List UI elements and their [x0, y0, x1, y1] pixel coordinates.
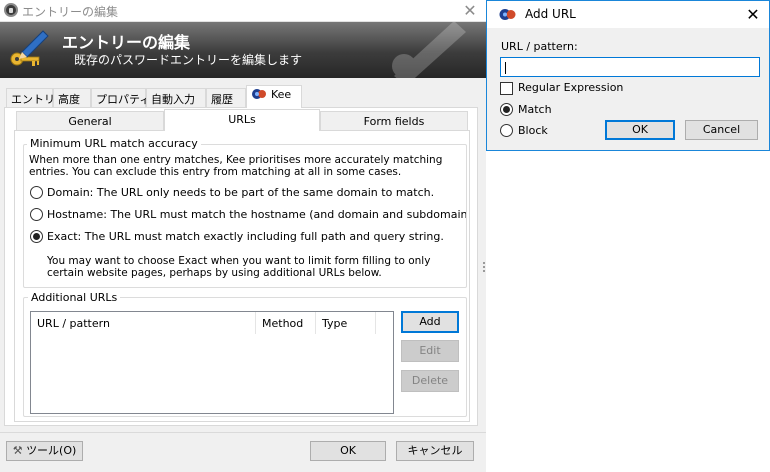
match-radio[interactable]: [500, 103, 513, 116]
regex-checkbox[interactable]: [500, 82, 513, 95]
additional-urls-list[interactable]: URL / pattern Method Type: [30, 311, 394, 414]
tab-history[interactable]: 履歴: [206, 88, 246, 107]
ok-button[interactable]: OK: [310, 441, 386, 461]
edit-entry-window: エントリーの編集 ✕ エントリーの編集 既存のパスワードエントリーを編集します …: [0, 0, 486, 472]
url-pattern-label: URL / pattern:: [501, 40, 578, 53]
tab-properties[interactable]: プロパティ: [91, 88, 150, 107]
hostname-radio[interactable]: [30, 208, 43, 221]
banner-subtitle: 既存のパスワードエントリーを編集します: [74, 53, 303, 67]
block-radio-label[interactable]: Block: [518, 124, 548, 137]
banner-watermark-icon: [392, 22, 466, 78]
banner-title: エントリーの編集: [62, 33, 191, 52]
kee-logo-icon: [499, 9, 516, 20]
tab-advanced[interactable]: 高度: [53, 88, 91, 107]
background-area: [486, 151, 770, 472]
tools-button[interactable]: ⚒ ツール(O): [6, 441, 83, 461]
edit-url-button[interactable]: Edit: [401, 340, 459, 362]
keepass-lock-icon: [4, 3, 18, 17]
add-url-ok-button[interactable]: OK: [605, 120, 675, 140]
exact-radio[interactable]: [30, 230, 43, 243]
column-header-url[interactable]: URL / pattern: [31, 312, 256, 334]
window-resize-grip[interactable]: [483, 262, 485, 272]
main-window-title: エントリーの編集: [22, 5, 119, 19]
add-url-cancel-button[interactable]: Cancel: [685, 120, 758, 140]
match-accuracy-legend: Minimum URL match accuracy: [27, 137, 201, 150]
block-radio[interactable]: [500, 124, 513, 137]
tab-kee-label: Kee: [271, 88, 292, 101]
column-header-type[interactable]: Type: [316, 312, 376, 334]
kee-logo-icon: [252, 89, 266, 99]
match-accuracy-description-1: When more than one entry matches, Kee pr…: [29, 154, 443, 166]
close-icon[interactable]: ✕: [741, 4, 765, 25]
tab-entry[interactable]: エントリー: [6, 88, 66, 107]
tab-autotype[interactable]: 自動入力: [146, 88, 206, 107]
main-title-bar[interactable]: エントリーの編集 ✕: [0, 0, 486, 22]
add-url-button[interactable]: Add: [401, 311, 459, 333]
domain-radio[interactable]: [30, 186, 43, 199]
add-url-title: Add URL: [525, 7, 576, 21]
tools-icon: ⚒: [12, 444, 23, 457]
tab-urls[interactable]: URLs: [164, 109, 320, 131]
add-url-dialog: Add URL ✕ URL / pattern: Regular Express…: [486, 0, 770, 151]
hostname-radio-label[interactable]: Hostname: The URL must match the hostnam…: [47, 208, 466, 221]
url-pattern-input[interactable]: [500, 57, 760, 77]
domain-radio-label[interactable]: Domain: The URL only needs to be part of…: [47, 186, 434, 199]
column-header-method[interactable]: Method: [256, 312, 316, 334]
header-banner: エントリーの編集 既存のパスワードエントリーを編集します: [0, 22, 486, 78]
cancel-button[interactable]: キャンセル: [396, 441, 474, 461]
add-url-title-bar[interactable]: Add URL ✕: [487, 1, 769, 28]
bottom-divider: [0, 432, 486, 433]
match-accuracy-description-2: entries. You can exclude this entry from…: [29, 166, 402, 178]
exact-radio-label[interactable]: Exact: The URL must match exactly includ…: [47, 230, 444, 243]
exact-note-2: certain website pages, perhaps by using …: [47, 267, 382, 279]
close-icon[interactable]: ✕: [455, 0, 485, 21]
tools-button-label: ツール(O): [26, 444, 77, 457]
match-radio-label[interactable]: Match: [518, 103, 552, 116]
tab-form-fields[interactable]: Form fields: [320, 111, 468, 130]
text-caret: [505, 62, 506, 74]
regex-checkbox-label[interactable]: Regular Expression: [518, 81, 623, 94]
tab-general[interactable]: General: [16, 111, 164, 130]
key-pen-icon: [10, 30, 49, 66]
tab-kee[interactable]: Kee: [246, 85, 302, 108]
exact-note-1: You may want to choose Exact when you wa…: [47, 255, 431, 267]
additional-urls-legend: Additional URLs: [28, 291, 121, 304]
delete-url-button[interactable]: Delete: [401, 370, 459, 392]
